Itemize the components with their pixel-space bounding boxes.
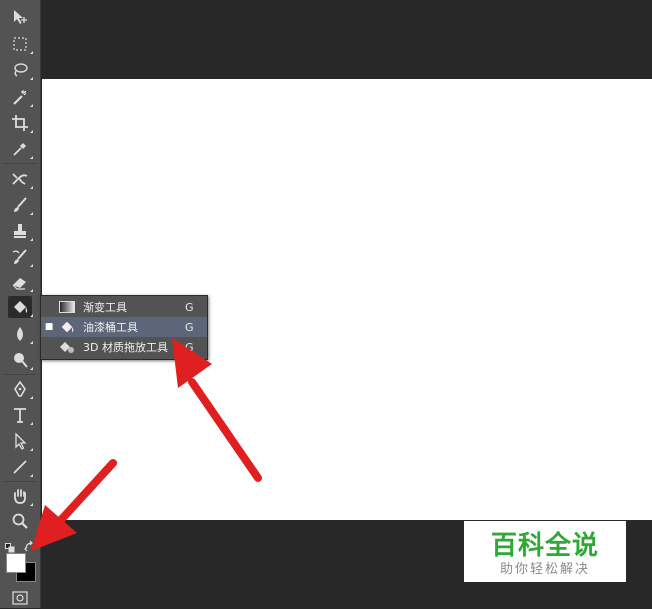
clone-stamp-icon (14, 224, 26, 238)
lasso-tool[interactable] (8, 59, 33, 81)
watermark-logo: 百科全说 助你轻松解决 (464, 521, 626, 582)
default-colors-icon (5, 543, 15, 553)
toolbar-divider (4, 481, 36, 482)
paint-bucket-icon (14, 301, 28, 313)
history-brush-tool[interactable] (8, 246, 33, 268)
magic-wand-tool[interactable] (8, 86, 33, 108)
menu-item-shortcut: G (185, 300, 194, 314)
pen-icon (14, 380, 26, 397)
path-selection-icon (15, 432, 27, 450)
move-tool[interactable] (8, 6, 32, 28)
eraser-icon (12, 278, 26, 290)
line-icon (13, 460, 27, 474)
brush-icon (14, 197, 27, 212)
tools-panel (0, 0, 41, 608)
tool-flyout-menu: 渐变工具 G ■ 油漆桶工具 G 3D 材质拖放工具 G (40, 295, 208, 360)
eyedropper-icon (13, 143, 26, 156)
hand-icon (14, 489, 26, 504)
swap-colors-icon (24, 540, 33, 552)
menu-item-paint-bucket-tool[interactable]: ■ 油漆桶工具 G (41, 317, 207, 337)
default-colors-button[interactable] (5, 538, 15, 553)
quick-mask-button[interactable] (12, 590, 28, 605)
foreground-color-fill (7, 554, 25, 572)
move-icon (14, 10, 27, 24)
path-selection-tool[interactable] (8, 430, 33, 452)
paint-bucket-tool[interactable] (8, 296, 33, 318)
eyedropper-tool[interactable] (8, 138, 33, 160)
dodge-icon (14, 353, 28, 368)
menu-item-gradient-tool[interactable]: 渐变工具 G (41, 297, 207, 317)
line-tool[interactable] (8, 456, 33, 478)
hand-tool[interactable] (8, 485, 33, 507)
marquee-tool[interactable] (8, 33, 33, 55)
menu-item-label: 油漆桶工具 (83, 321, 138, 334)
selected-marker: ■ (44, 322, 54, 332)
blur-tool[interactable] (8, 323, 33, 345)
crop-icon (12, 115, 28, 131)
menu-item-3d-material-drop-tool[interactable]: 3D 材质拖放工具 G (41, 337, 207, 357)
menu-item-shortcut: G (185, 320, 194, 334)
clone-stamp-tool[interactable] (8, 220, 33, 242)
foreground-color-swatch[interactable] (6, 553, 26, 573)
zoom-tool[interactable] (8, 510, 32, 532)
crop-tool[interactable] (8, 112, 33, 134)
healing-brush-icon (12, 173, 28, 185)
gradient-icon (57, 299, 77, 315)
healing-brush-tool[interactable] (8, 168, 33, 190)
brush-tool[interactable] (8, 194, 33, 216)
blur-icon (17, 327, 23, 341)
toolbar-divider (4, 374, 36, 375)
quick-mask-icon (12, 591, 28, 605)
lasso-icon (14, 63, 28, 77)
menu-item-label: 渐变工具 (83, 301, 127, 314)
type-icon (14, 408, 26, 423)
3d-material-drop-icon (57, 339, 77, 355)
swap-colors-button[interactable] (24, 537, 36, 552)
pen-tool[interactable] (8, 378, 33, 400)
watermark-subtitle: 助你轻松解决 (499, 562, 590, 577)
type-tool[interactable] (8, 404, 33, 426)
eraser-tool[interactable] (8, 271, 33, 293)
watermark-title: 百科全说 (490, 531, 599, 561)
magic-wand-icon (13, 90, 27, 105)
history-brush-icon (12, 249, 27, 264)
zoom-icon (12, 513, 28, 529)
dodge-tool[interactable] (8, 349, 33, 371)
paint-bucket-icon (57, 319, 77, 335)
marquee-icon (13, 37, 27, 51)
toolbar-divider (4, 163, 36, 164)
menu-item-shortcut: G (185, 340, 194, 354)
menu-item-label: 3D 材质拖放工具 (83, 341, 168, 354)
